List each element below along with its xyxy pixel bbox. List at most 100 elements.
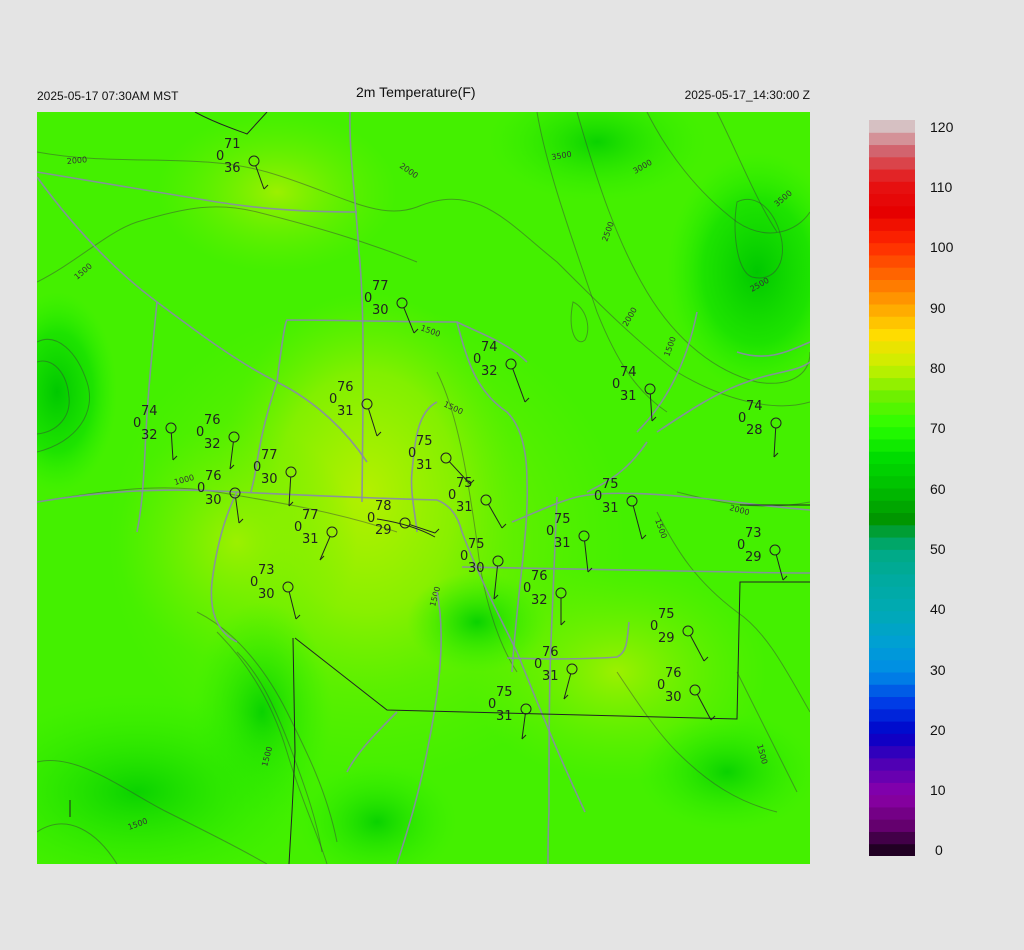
station-temperature: 75 — [468, 537, 485, 552]
color-scale-band — [869, 598, 915, 612]
station-temperature: 76 — [205, 469, 222, 484]
station-dewpoint: 31 — [620, 389, 637, 404]
color-scale-band — [869, 622, 915, 636]
color-scale-band — [869, 573, 915, 587]
station-dewpoint: 31 — [602, 501, 619, 516]
scale-label: 50 — [930, 541, 946, 557]
color-scale-band — [869, 426, 915, 440]
scale-label: 20 — [930, 722, 946, 738]
scale-label: 60 — [930, 481, 946, 497]
station-temperature: 73 — [745, 526, 762, 541]
color-scale-band — [869, 316, 915, 330]
color-scale-band — [869, 451, 915, 464]
color-scale-band — [869, 659, 915, 673]
station-dewpoint: 31 — [337, 404, 354, 419]
color-scale-band — [869, 721, 915, 734]
color-scale-band — [869, 169, 915, 182]
station-temperature: 77 — [302, 508, 319, 523]
station-dewpoint: 30 — [258, 587, 275, 602]
color-scale-band — [869, 782, 915, 796]
station-temperature: 74 — [141, 404, 158, 419]
station-dewpoint: 30 — [665, 690, 682, 705]
station-dewpoint: 31 — [554, 536, 571, 551]
color-scale-band — [869, 389, 915, 403]
station-dewpoint: 31 — [456, 500, 473, 515]
scale-label: 40 — [930, 601, 946, 617]
scale-label: 10 — [930, 782, 946, 798]
local-time-label: 2025-05-17 07:30AM MST — [37, 89, 179, 103]
station-dewpoint: 31 — [496, 709, 513, 724]
color-scale-band — [869, 672, 915, 685]
station-temperature: 74 — [620, 365, 637, 380]
svg-text:2000: 2000 — [66, 155, 87, 166]
color-scale-band — [869, 488, 915, 501]
color-scale-band — [869, 353, 915, 366]
color-scale-band — [869, 733, 915, 747]
station-temperature: 74 — [481, 340, 498, 355]
color-scale-bar — [869, 120, 915, 856]
color-scale-band — [869, 500, 915, 514]
station-dewpoint: 30 — [261, 472, 278, 487]
color-scale-band — [869, 843, 915, 856]
color-scale-band — [869, 304, 915, 317]
color-scale-band — [869, 205, 915, 219]
station-dewpoint: 30 — [372, 303, 389, 318]
scale-label: 30 — [930, 662, 946, 678]
scale-label: 0 — [935, 842, 943, 858]
color-scale-band — [869, 831, 915, 845]
color-scale-band — [869, 757, 915, 771]
color-scale-band — [869, 684, 915, 698]
color-scale-band — [869, 254, 915, 268]
scale-label: 70 — [930, 420, 946, 436]
color-scale-band — [869, 132, 915, 146]
station-dewpoint: 30 — [205, 493, 222, 508]
scale-label: 110 — [930, 179, 953, 195]
color-scale-band — [869, 377, 915, 391]
color-scale-band — [869, 635, 915, 648]
color-scale-band — [869, 365, 915, 379]
color-scale-band — [869, 647, 915, 661]
color-scale-band — [869, 708, 915, 722]
color-scale-band — [869, 819, 915, 832]
color-scale-band — [869, 475, 915, 489]
station-dewpoint: 32 — [204, 437, 221, 452]
station-dewpoint: 31 — [542, 669, 559, 684]
color-scale-band — [869, 230, 915, 244]
color-scale-band — [869, 438, 915, 452]
color-scale-band — [869, 120, 915, 133]
temperature-map: 2000 3500 3000 3500 2000 2500 2000 2500 … — [37, 112, 810, 864]
color-scale-band — [869, 524, 915, 538]
station-dewpoint: 30 — [468, 561, 485, 576]
station-temperature: 76 — [337, 380, 354, 395]
color-scale-band — [869, 402, 915, 415]
station-temperature: 73 — [258, 563, 275, 578]
color-scale-band — [869, 745, 915, 759]
color-scale-band — [869, 537, 915, 550]
color-scale-band — [869, 144, 915, 158]
station-temperature: 75 — [416, 434, 433, 449]
color-scale-band — [869, 610, 915, 624]
station-temperature: 76 — [531, 569, 548, 584]
station-dewpoint: 29 — [375, 523, 392, 538]
color-scale-band — [869, 193, 915, 207]
color-scale-band — [869, 549, 915, 563]
color-scale-band — [869, 156, 915, 170]
station-temperature: 78 — [375, 499, 392, 514]
color-scale-band — [869, 463, 915, 477]
station-dewpoint: 32 — [141, 428, 158, 443]
color-scale-band — [869, 279, 915, 293]
station-dewpoint: 32 — [481, 364, 498, 379]
station-temperature: 75 — [456, 476, 473, 491]
color-scale-band — [869, 242, 915, 256]
color-scale-band — [869, 291, 915, 305]
station-dewpoint: 29 — [745, 550, 762, 565]
color-scale-band — [869, 770, 915, 783]
station-temperature: 77 — [372, 279, 389, 294]
station-temperature: 75 — [554, 512, 571, 527]
scale-label: 100 — [930, 239, 954, 255]
scale-label: 80 — [930, 360, 946, 376]
color-scale-band — [869, 794, 915, 808]
scale-label: 120 — [930, 119, 954, 135]
station-dewpoint: 29 — [658, 631, 675, 646]
color-scale-band — [869, 328, 915, 342]
